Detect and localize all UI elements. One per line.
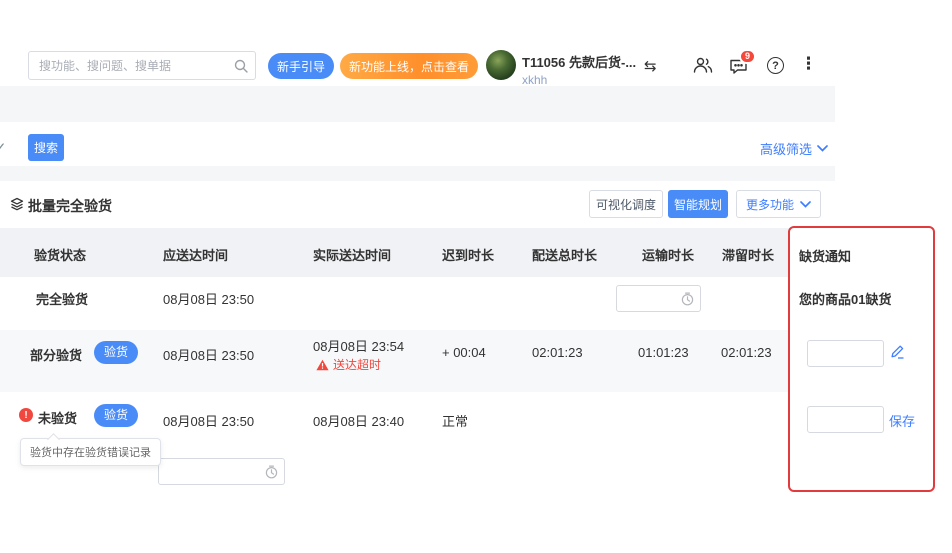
row3-inspect-button[interactable]: 验货 <box>94 404 138 427</box>
contacts-icon[interactable] <box>693 56 713 79</box>
switch-account-icon[interactable]: ⇆ <box>644 57 657 75</box>
row3-status: 未验货 <box>38 408 77 427</box>
check-icon: ✓ <box>0 139 7 157</box>
edit-pencil-icon[interactable] <box>890 344 905 359</box>
warning-triangle-icon <box>316 359 329 371</box>
account-subtitle: xkhh <box>522 73 636 87</box>
more-functions-button[interactable]: 更多功能 <box>736 190 821 218</box>
newbie-guide-button[interactable]: 新手引导 <box>268 53 334 79</box>
row2-stock-notice-input[interactable] <box>807 340 884 367</box>
col-header-actual: 实际送达时间 <box>313 245 391 264</box>
notification-badge: 9 <box>739 49 756 64</box>
visual-dispatch-button[interactable]: 可视化调度 <box>589 190 663 218</box>
row2-total-duration: 02:01:23 <box>532 345 583 360</box>
table-header-row <box>0 228 835 277</box>
inspection-error-tooltip: 验货中存在验货错误记录 <box>20 438 161 466</box>
row2-transport-duration: 01:01:23 <box>638 345 689 360</box>
chevron-down-icon <box>817 145 828 152</box>
search-icon[interactable] <box>234 59 248 73</box>
col-header-stock-notice: 缺货通知 <box>799 246 851 265</box>
row2-status: 部分验货 <box>30 345 82 364</box>
row1-status: 完全验货 <box>36 289 88 308</box>
row1-stock-notice: 您的商品01缺货 <box>799 289 891 308</box>
row2-timeout-label: 送达超时 <box>333 356 381 373</box>
account-info[interactable]: T11056 先款后货-... xkhh <box>522 52 636 87</box>
row3-late-status: 正常 <box>442 411 468 430</box>
row2-retention-duration: 02:01:23 <box>721 345 772 360</box>
col-header-status: 验货状态 <box>34 245 86 264</box>
row2-timeout-warning: 送达超时 <box>316 356 381 373</box>
messages-icon[interactable]: 9 <box>729 58 748 80</box>
row2-expected-time: 08月08日 23:50 <box>163 345 254 364</box>
row3-stock-notice-input-field[interactable] <box>808 407 883 432</box>
row3-actual-time: 08月08日 23:40 <box>313 411 404 430</box>
row2-actual-time: 08月08日 23:54 <box>313 336 404 355</box>
content-gap-band <box>0 86 835 122</box>
account-title: T11056 先款后货-... <box>522 52 636 71</box>
avatar[interactable] <box>486 50 516 80</box>
content-gap-band-2 <box>0 166 835 181</box>
col-header-late: 迟到时长 <box>442 245 494 264</box>
clock-icon[interactable] <box>264 464 279 479</box>
row1-transport-input[interactable] <box>616 285 701 312</box>
more-menu-icon[interactable]: ⋮ <box>800 54 817 74</box>
error-alert-icon[interactable]: ! <box>19 408 33 422</box>
help-icon[interactable]: ? <box>767 57 784 74</box>
advanced-filter-label: 高级筛选 <box>760 139 812 158</box>
row3-stock-notice-input[interactable] <box>807 406 884 433</box>
global-search-box[interactable] <box>28 51 256 80</box>
search-button[interactable]: 搜索 <box>28 134 64 161</box>
row2-inspect-button[interactable]: 验货 <box>94 341 138 364</box>
search-input[interactable] <box>29 52 255 79</box>
new-feature-banner[interactable]: 新功能上线，点击查看 <box>340 53 478 79</box>
stock-notice-annotation-panel: 缺货通知 您的商品01缺货 保存 <box>788 226 935 492</box>
chevron-down-icon <box>800 201 811 208</box>
clock-icon[interactable] <box>680 291 695 306</box>
section-title: 批量完全验货 <box>28 196 112 216</box>
save-link[interactable]: 保存 <box>889 411 915 430</box>
row1-expected-time: 08月08日 23:50 <box>163 289 254 308</box>
row4-expected-time-input[interactable] <box>158 458 285 485</box>
row2-late-duration: + 00:04 <box>442 345 486 360</box>
row2-stock-notice-input-field[interactable] <box>808 341 883 366</box>
smart-planning-button[interactable]: 智能规划 <box>668 190 728 218</box>
row3-expected-time: 08月08日 23:50 <box>163 411 254 430</box>
col-header-retention: 滞留时长 <box>722 245 774 264</box>
more-functions-label: 更多功能 <box>746 196 794 213</box>
layers-icon <box>10 197 24 211</box>
advanced-filter[interactable]: 高级筛选 <box>760 139 828 158</box>
col-header-transport: 运输时长 <box>642 245 694 264</box>
app-window: 新手引导 新功能上线，点击查看 T11056 先款后货-... xkhh ⇆ 9… <box>0 0 952 553</box>
col-header-expected: 应送达时间 <box>163 245 228 264</box>
col-header-total: 配送总时长 <box>532 245 597 264</box>
